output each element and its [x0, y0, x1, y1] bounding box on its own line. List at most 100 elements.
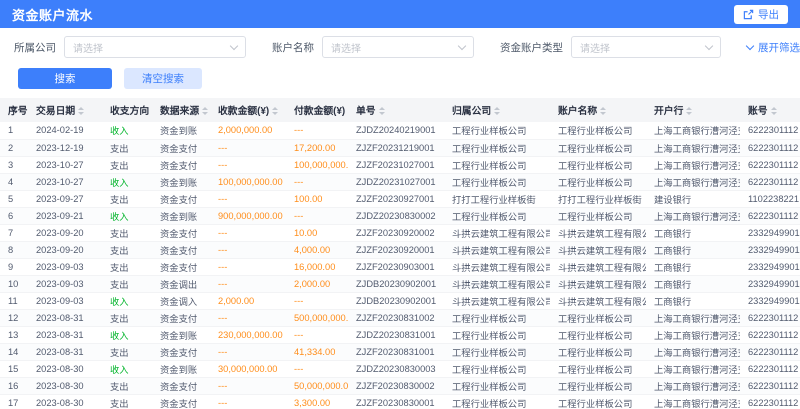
- sort-icon[interactable]: [78, 107, 84, 115]
- table-row: 102023-09-03支出资金调出---2,000.00ZJDB2023090…: [0, 275, 800, 292]
- cell-no: 17: [0, 394, 28, 409]
- table-row: 152023-08-30收入资金到账30,000,000.00---ZJDZ20…: [0, 360, 800, 377]
- cell-bank: 上海工商银行漕河泾支行: [646, 139, 740, 156]
- cell-company: 工程行业样板公司: [444, 326, 550, 343]
- cell-in: ---: [210, 275, 286, 292]
- cell-out: ---: [286, 173, 348, 190]
- table-row: 22023-12-19支出资金支付---17,200.00ZJZF2023121…: [0, 139, 800, 156]
- cell-account: 打打工程行业样板街: [550, 190, 646, 207]
- cell-company: 工程行业样板公司: [444, 377, 550, 394]
- column-header-out[interactable]: 付款金额(¥): [286, 98, 348, 122]
- company-select-placeholder: 请选择: [73, 40, 103, 55]
- cell-no: 8: [0, 241, 28, 258]
- account-name-select[interactable]: 请选择: [322, 36, 474, 58]
- cell-company: 斗拱云建筑工程有限公司: [444, 292, 550, 309]
- cell-no: 1: [0, 122, 28, 139]
- chevron-down-icon: [705, 41, 713, 49]
- filter-bar: 所属公司 请选择 账户名称 请选择 资金账户类型 请选择 展开筛选: [0, 28, 800, 62]
- cell-order: ZJZF20231219001: [348, 139, 444, 156]
- cell-out: 10.00: [286, 224, 348, 241]
- cell-order: ZJZF20230831001: [348, 343, 444, 360]
- column-label: 账号: [748, 106, 768, 117]
- column-header-date[interactable]: 交易日期: [28, 98, 102, 122]
- cell-out: 500,000,000.00: [286, 309, 348, 326]
- cell-date: 2023-09-03: [28, 275, 102, 292]
- column-label: 交易日期: [36, 106, 75, 117]
- cell-date: 2023-10-27: [28, 156, 102, 173]
- column-header-order[interactable]: 单号: [348, 98, 444, 122]
- cell-company: 工程行业样板公司: [444, 309, 550, 326]
- cell-source: 资金支付: [152, 377, 210, 394]
- cell-bank: 上海工商银行漕河泾支行: [646, 207, 740, 224]
- cell-source: 资金支付: [152, 343, 210, 360]
- cell-source: 资金到账: [152, 173, 210, 190]
- chevron-down-icon: [458, 41, 466, 49]
- column-header-in[interactable]: 收款金额(¥): [210, 98, 286, 122]
- cell-bank: 上海工商银行漕河泾支行: [646, 122, 740, 139]
- cell-bank: 上海工商银行漕河泾支行: [646, 377, 740, 394]
- filter-account-name: 账户名称 请选择: [272, 36, 474, 58]
- cell-direction: 支出: [102, 377, 152, 394]
- sort-icon[interactable]: [494, 107, 500, 115]
- column-header-direction[interactable]: 收支方向: [102, 98, 152, 122]
- cell-out: 4,000.00: [286, 241, 348, 258]
- cell-order: ZJDZ20230830002: [348, 207, 444, 224]
- cell-company: 斗拱云建筑工程有限公司: [444, 275, 550, 292]
- sort-icon[interactable]: [379, 107, 385, 115]
- cell-no: 16: [0, 377, 28, 394]
- sort-icon[interactable]: [272, 107, 278, 115]
- cell-date: 2023-08-31: [28, 343, 102, 360]
- filter-actions: 搜索 清空搜索: [0, 62, 800, 98]
- table-body: 12024-02-19收入资金到账2,000,000.00---ZJDZ2024…: [0, 122, 800, 409]
- cell-account: 工程行业样板公司: [550, 394, 646, 409]
- cell-in: ---: [210, 343, 286, 360]
- cell-direction: 支出: [102, 241, 152, 258]
- sort-icon[interactable]: [202, 107, 208, 115]
- cell-number: 6222301112: [740, 207, 800, 224]
- account-type-select-placeholder: 请选择: [580, 40, 610, 55]
- clear-search-button[interactable]: 清空搜索: [124, 68, 202, 89]
- account-type-select[interactable]: 请选择: [571, 36, 721, 58]
- cell-date: 2023-09-27: [28, 190, 102, 207]
- search-button[interactable]: 搜索: [18, 68, 112, 89]
- cell-number: 6222301112: [740, 343, 800, 360]
- cell-order: ZJDZ20230830003: [348, 360, 444, 377]
- sort-icon[interactable]: [600, 107, 606, 115]
- cell-in: ---: [210, 224, 286, 241]
- cell-source: 资金支付: [152, 258, 210, 275]
- cell-no: 15: [0, 360, 28, 377]
- sort-icon[interactable]: [686, 107, 692, 115]
- column-header-company[interactable]: 归属公司: [444, 98, 550, 122]
- column-header-bank[interactable]: 开户行: [646, 98, 740, 122]
- cell-in: ---: [210, 241, 286, 258]
- table-row: 82023-09-20支出资金支付---4,000.00ZJZF20230920…: [0, 241, 800, 258]
- cell-company: 工程行业样板公司: [444, 360, 550, 377]
- filter-account-type: 资金账户类型 请选择: [500, 36, 721, 58]
- cell-direction: 支出: [102, 343, 152, 360]
- cell-account: 斗拱云建筑工程有限公司: [550, 258, 646, 275]
- cell-date: 2023-08-30: [28, 360, 102, 377]
- cell-number: 6222301112: [740, 377, 800, 394]
- column-header-number[interactable]: 账号: [740, 98, 800, 122]
- column-header-source[interactable]: 数据来源: [152, 98, 210, 122]
- export-button[interactable]: 导出: [734, 5, 788, 24]
- table-row: 52023-09-27支出资金支付---100.00ZJZF2023092700…: [0, 190, 800, 207]
- cell-account: 工程行业样板公司: [550, 377, 646, 394]
- filter-account-type-label: 资金账户类型: [500, 40, 563, 55]
- cell-out: 2,000.00: [286, 275, 348, 292]
- cell-source: 资金支付: [152, 309, 210, 326]
- cell-number: 6222301112: [740, 139, 800, 156]
- cell-in: ---: [210, 394, 286, 409]
- company-select[interactable]: 请选择: [64, 36, 246, 58]
- page-header: 资金账户流水 导出: [0, 0, 800, 28]
- table-row: 162023-08-30支出资金支付---50,000,000.00ZJZF20…: [0, 377, 800, 394]
- cell-direction: 收入: [102, 360, 152, 377]
- cell-number: 2332949901: [740, 292, 800, 309]
- cell-order: ZJZF20230903001: [348, 258, 444, 275]
- filter-company: 所属公司 请选择: [14, 36, 246, 58]
- table-row: 32023-10-27支出资金支付---100,000,000.00ZJZF20…: [0, 156, 800, 173]
- column-header-account[interactable]: 账户名称: [550, 98, 646, 122]
- sort-icon[interactable]: [771, 107, 777, 115]
- cell-company: 斗拱云建筑工程有限公司: [444, 241, 550, 258]
- expand-filters-link[interactable]: 展开筛选: [747, 40, 800, 55]
